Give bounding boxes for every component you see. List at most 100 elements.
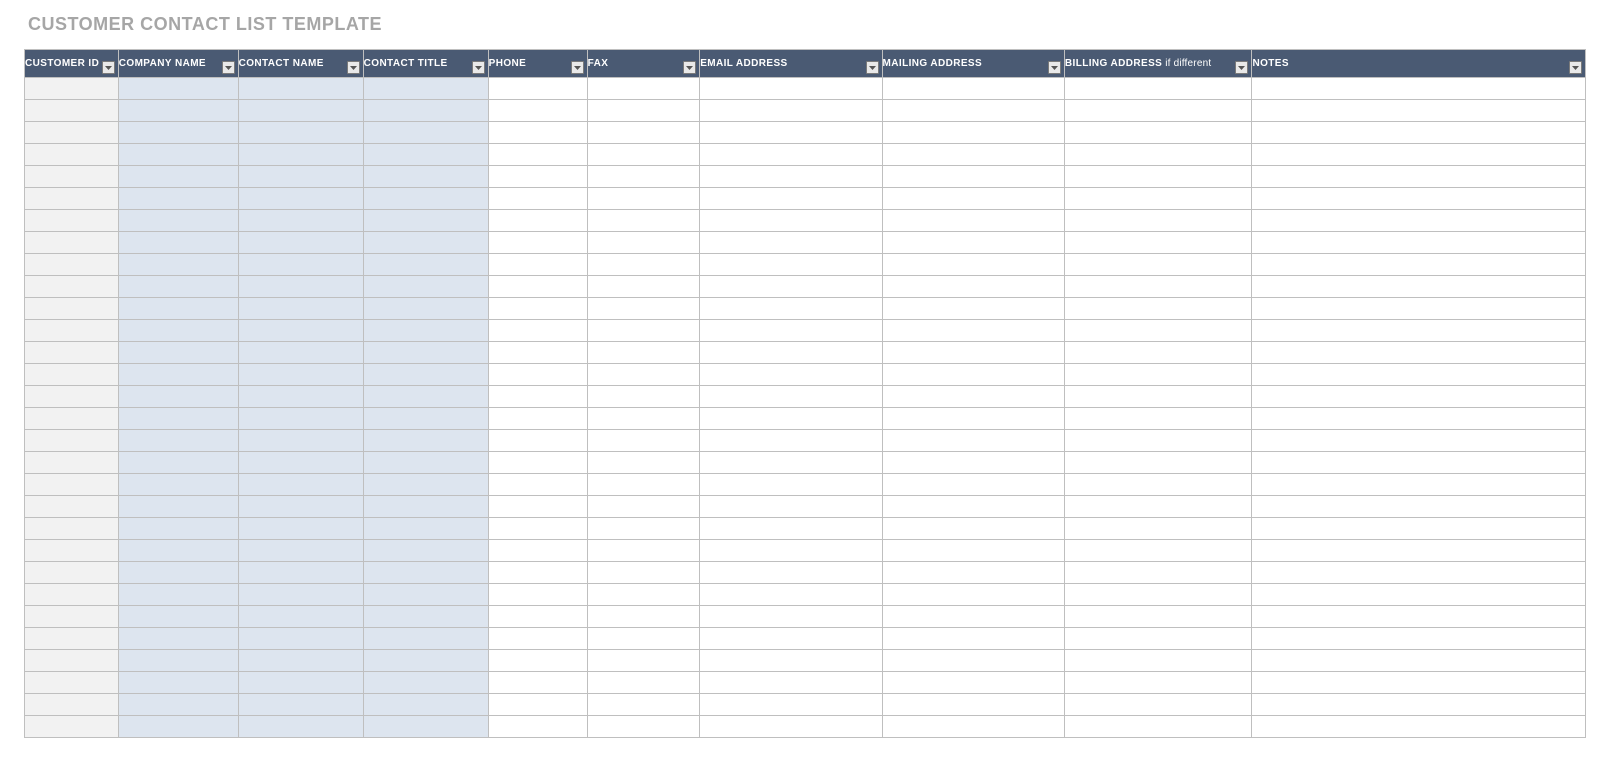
cell[interactable] bbox=[882, 496, 1064, 518]
cell[interactable] bbox=[700, 672, 882, 694]
cell[interactable] bbox=[700, 430, 882, 452]
cell[interactable] bbox=[587, 276, 700, 298]
cell[interactable] bbox=[25, 166, 119, 188]
cell[interactable] bbox=[488, 100, 587, 122]
cell[interactable] bbox=[488, 540, 587, 562]
cell[interactable] bbox=[587, 298, 700, 320]
cell[interactable] bbox=[587, 694, 700, 716]
cell[interactable] bbox=[700, 408, 882, 430]
cell[interactable] bbox=[882, 408, 1064, 430]
cell[interactable] bbox=[25, 232, 119, 254]
cell[interactable] bbox=[1064, 540, 1252, 562]
cell[interactable] bbox=[488, 650, 587, 672]
cell[interactable] bbox=[587, 144, 700, 166]
cell[interactable] bbox=[700, 496, 882, 518]
cell[interactable] bbox=[1064, 122, 1252, 144]
cell[interactable] bbox=[587, 430, 700, 452]
cell[interactable] bbox=[488, 320, 587, 342]
filter-dropdown-icon[interactable] bbox=[472, 61, 485, 74]
cell[interactable] bbox=[25, 276, 119, 298]
cell[interactable] bbox=[488, 694, 587, 716]
cell[interactable] bbox=[1064, 474, 1252, 496]
cell[interactable] bbox=[882, 188, 1064, 210]
cell[interactable] bbox=[238, 320, 363, 342]
cell[interactable] bbox=[587, 496, 700, 518]
cell[interactable] bbox=[1252, 166, 1586, 188]
cell[interactable] bbox=[238, 364, 363, 386]
cell[interactable] bbox=[1252, 342, 1586, 364]
cell[interactable] bbox=[238, 144, 363, 166]
cell[interactable] bbox=[1252, 408, 1586, 430]
cell[interactable] bbox=[1064, 232, 1252, 254]
cell[interactable] bbox=[700, 320, 882, 342]
cell[interactable] bbox=[238, 606, 363, 628]
cell[interactable] bbox=[238, 254, 363, 276]
cell[interactable] bbox=[882, 716, 1064, 738]
cell[interactable] bbox=[118, 430, 238, 452]
cell[interactable] bbox=[118, 78, 238, 100]
cell[interactable] bbox=[882, 342, 1064, 364]
cell[interactable] bbox=[1252, 386, 1586, 408]
cell[interactable] bbox=[363, 540, 488, 562]
cell[interactable] bbox=[118, 672, 238, 694]
cell[interactable] bbox=[25, 408, 119, 430]
cell[interactable] bbox=[1064, 364, 1252, 386]
cell[interactable] bbox=[363, 298, 488, 320]
cell[interactable] bbox=[363, 386, 488, 408]
cell[interactable] bbox=[882, 672, 1064, 694]
cell[interactable] bbox=[1252, 364, 1586, 386]
cell[interactable] bbox=[1064, 496, 1252, 518]
cell[interactable] bbox=[1252, 122, 1586, 144]
cell[interactable] bbox=[363, 364, 488, 386]
filter-dropdown-icon[interactable] bbox=[102, 61, 115, 74]
cell[interactable] bbox=[1252, 584, 1586, 606]
cell[interactable] bbox=[1252, 650, 1586, 672]
cell[interactable] bbox=[587, 386, 700, 408]
cell[interactable] bbox=[1252, 716, 1586, 738]
cell[interactable] bbox=[488, 254, 587, 276]
cell[interactable] bbox=[1064, 210, 1252, 232]
cell[interactable] bbox=[363, 628, 488, 650]
filter-dropdown-icon[interactable] bbox=[347, 61, 360, 74]
cell[interactable] bbox=[118, 628, 238, 650]
cell[interactable] bbox=[700, 650, 882, 672]
cell[interactable] bbox=[882, 430, 1064, 452]
cell[interactable] bbox=[118, 562, 238, 584]
cell[interactable] bbox=[25, 320, 119, 342]
cell[interactable] bbox=[118, 364, 238, 386]
cell[interactable] bbox=[1064, 188, 1252, 210]
cell[interactable] bbox=[363, 584, 488, 606]
cell[interactable] bbox=[363, 166, 488, 188]
cell[interactable] bbox=[363, 78, 488, 100]
cell[interactable] bbox=[488, 386, 587, 408]
cell[interactable] bbox=[700, 694, 882, 716]
cell[interactable] bbox=[488, 188, 587, 210]
cell[interactable] bbox=[488, 232, 587, 254]
cell[interactable] bbox=[488, 474, 587, 496]
cell[interactable] bbox=[700, 210, 882, 232]
cell[interactable] bbox=[238, 210, 363, 232]
cell[interactable] bbox=[118, 716, 238, 738]
cell[interactable] bbox=[1252, 672, 1586, 694]
cell[interactable] bbox=[1064, 430, 1252, 452]
cell[interactable] bbox=[118, 496, 238, 518]
cell[interactable] bbox=[587, 364, 700, 386]
cell[interactable] bbox=[25, 430, 119, 452]
cell[interactable] bbox=[118, 694, 238, 716]
cell[interactable] bbox=[25, 562, 119, 584]
cell[interactable] bbox=[587, 672, 700, 694]
cell[interactable] bbox=[25, 386, 119, 408]
cell[interactable] bbox=[587, 562, 700, 584]
cell[interactable] bbox=[587, 650, 700, 672]
cell[interactable] bbox=[238, 474, 363, 496]
cell[interactable] bbox=[238, 276, 363, 298]
cell[interactable] bbox=[25, 188, 119, 210]
cell[interactable] bbox=[882, 78, 1064, 100]
cell[interactable] bbox=[488, 408, 587, 430]
cell[interactable] bbox=[587, 452, 700, 474]
cell[interactable] bbox=[118, 232, 238, 254]
cell[interactable] bbox=[1252, 320, 1586, 342]
cell[interactable] bbox=[238, 518, 363, 540]
filter-dropdown-icon[interactable] bbox=[222, 61, 235, 74]
cell[interactable] bbox=[1064, 342, 1252, 364]
